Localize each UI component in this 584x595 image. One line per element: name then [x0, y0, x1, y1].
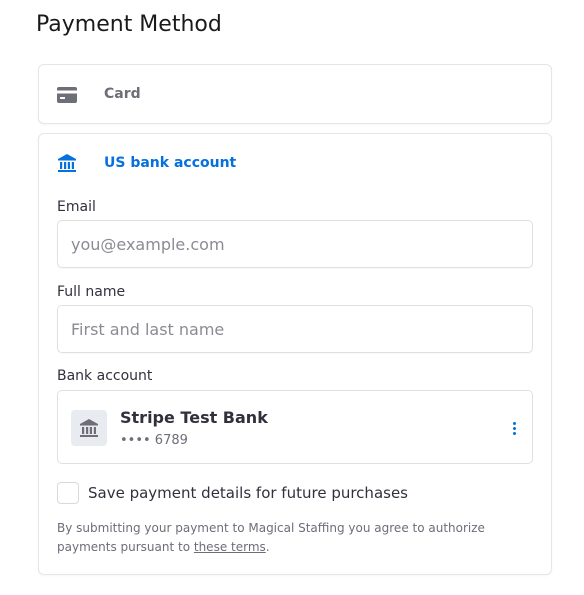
save-payment-row: Save payment details for future purchase… [57, 482, 408, 504]
terms-link[interactable]: these terms [194, 540, 266, 554]
payment-method-bank-tab[interactable]: US bank account [39, 134, 551, 194]
terms-end: . [265, 540, 270, 554]
bank-account-summary: Stripe Test Bank •••• 6789 [57, 390, 533, 464]
bank-name: Stripe Test Bank [120, 408, 268, 427]
payment-method-card-tab[interactable]: Card [38, 64, 552, 124]
email-label: Email [57, 199, 96, 215]
bank-icon [80, 419, 98, 437]
bank-tab-label: US bank account [104, 155, 237, 171]
save-payment-label[interactable]: Save payment details for future purchase… [88, 484, 408, 502]
bank-icon [57, 153, 77, 173]
bank-account-last4: •••• 6789 [120, 433, 188, 448]
save-payment-checkbox[interactable] [57, 482, 79, 504]
us-bank-account-panel: US bank account Email Full name Bank acc… [38, 133, 552, 575]
full-name-field[interactable] [57, 305, 533, 353]
email-field[interactable] [57, 220, 533, 268]
credit-card-icon [57, 87, 77, 103]
more-options-icon[interactable] [508, 418, 520, 438]
page-title: Payment Method [36, 12, 222, 37]
bank-account-label: Bank account [57, 368, 153, 384]
full-name-label: Full name [57, 284, 126, 300]
terms-text: By submitting your payment to Magical St… [57, 521, 485, 554]
card-tab-label: Card [104, 86, 141, 102]
bank-logo [71, 410, 107, 446]
terms-notice: By submitting your payment to Magical St… [57, 519, 537, 557]
